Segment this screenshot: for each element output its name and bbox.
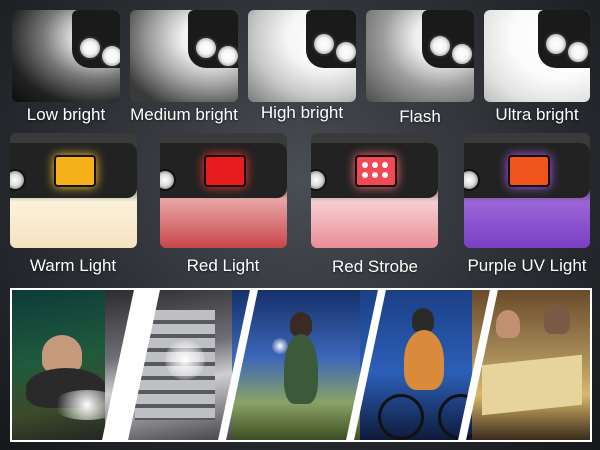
led-dot-icon <box>362 162 368 168</box>
person-figure <box>496 310 520 338</box>
lens-icon <box>100 44 120 68</box>
cyclist-figure <box>412 308 434 332</box>
bike-wheel <box>378 394 424 440</box>
led-panel-icon <box>54 155 96 187</box>
cyclist-body <box>404 330 444 390</box>
red-light-label: Red Light <box>186 256 260 275</box>
flash-tile <box>366 10 474 102</box>
led-panel-icon <box>355 155 397 187</box>
flash-label: Flash <box>399 107 441 126</box>
light-glow <box>165 340 205 380</box>
medium-bright-label: Medium bright <box>130 105 238 124</box>
high-bright-tile <box>248 10 356 102</box>
led-panel-icon <box>204 155 246 187</box>
lens-icon <box>428 34 452 58</box>
hiker-body <box>284 334 318 404</box>
map <box>482 354 582 416</box>
lens-icon <box>566 40 590 64</box>
red-light-tile <box>160 133 287 248</box>
lens-icon <box>194 36 218 60</box>
medium-bright-tile <box>130 10 238 102</box>
led-dot-icon <box>382 162 388 168</box>
led-dot-icon <box>372 162 378 168</box>
ultra-bright-tile <box>484 10 590 102</box>
lens-icon <box>334 40 356 64</box>
hiker-figure <box>290 312 312 336</box>
lens-icon <box>312 32 336 56</box>
led-dot-icon <box>372 172 378 178</box>
warm-light-label: Warm Light <box>29 256 117 275</box>
red-strobe-label: Red Strobe <box>332 257 418 276</box>
low-bright-tile <box>12 10 120 102</box>
lens-icon <box>450 42 474 66</box>
red-strobe-tile <box>311 133 438 248</box>
led-dot-icon <box>382 172 388 178</box>
ultra-bright-label: Ultra bright <box>495 105 579 124</box>
led-dot-icon <box>362 172 368 178</box>
lens-icon <box>544 32 568 56</box>
light-glow <box>272 338 288 354</box>
lens-icon <box>78 36 102 60</box>
purple-uv-label: Purple UV Light <box>467 256 587 275</box>
warm-light-tile <box>10 133 137 248</box>
purple-uv-tile <box>464 133 590 248</box>
led-panel-icon <box>508 155 550 187</box>
low-bright-label: Low bright <box>26 105 106 124</box>
person-figure <box>544 304 570 334</box>
lens-icon <box>216 44 238 68</box>
high-bright-label: High bright <box>260 103 344 122</box>
